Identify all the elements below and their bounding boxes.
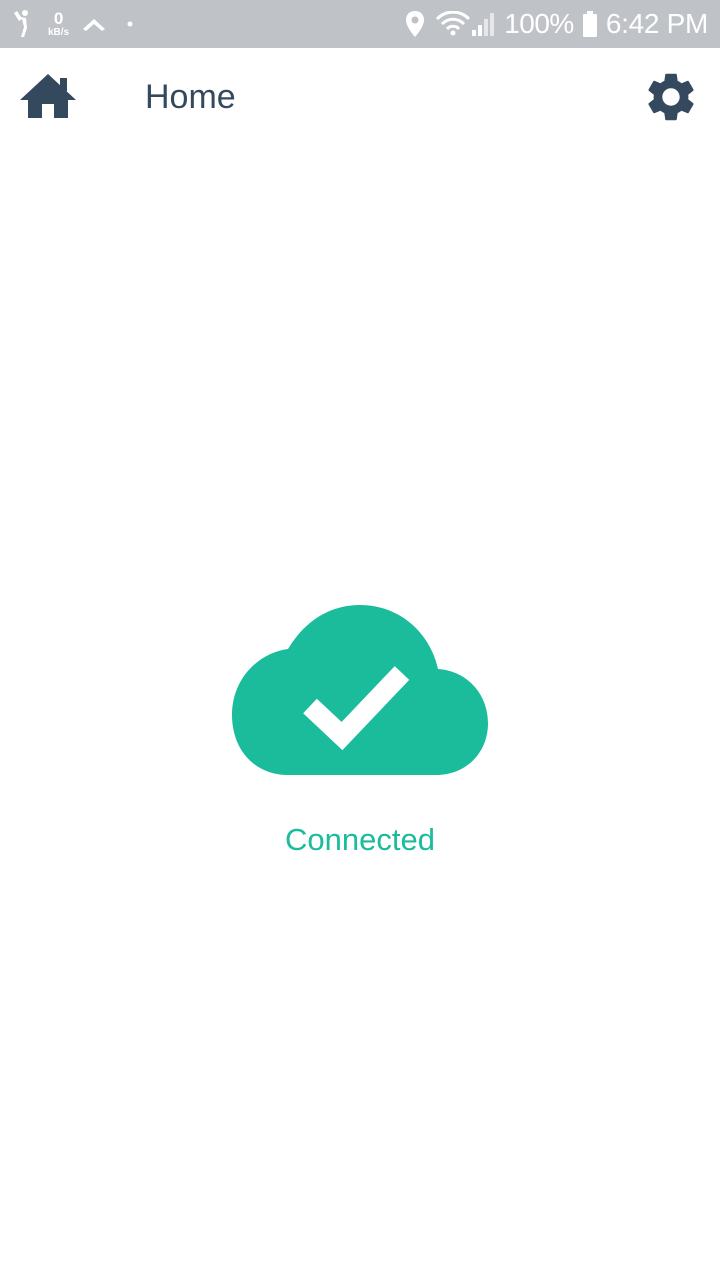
cellular-signal-icon xyxy=(470,11,496,37)
settings-button[interactable] xyxy=(642,68,700,126)
battery-percent: 100% xyxy=(504,8,574,39)
battery-icon xyxy=(582,10,598,38)
home-icon xyxy=(18,74,78,128)
location-icon xyxy=(404,10,426,38)
network-speed: 0 kB/s xyxy=(48,10,69,38)
home-button[interactable] xyxy=(18,70,78,124)
connection-status-label: Connected xyxy=(285,822,435,857)
cast-chevron-icon xyxy=(81,15,107,33)
app-bar: Home xyxy=(0,48,720,148)
network-speed-unit: kB/s xyxy=(48,27,70,38)
status-bar-left: 0 kB/s xyxy=(12,0,133,48)
cloud-check-icon xyxy=(230,603,490,778)
screen: 0 kB/s 100% 6:42 PM Home Connected xyxy=(0,0,720,1280)
status-time: 6:42 PM xyxy=(605,8,708,39)
status-bar-right: 100% 6:42 PM xyxy=(404,0,708,48)
notification-dot-icon xyxy=(127,21,133,27)
page-title: Home xyxy=(145,78,236,116)
status-bar: 0 kB/s 100% 6:42 PM xyxy=(0,0,720,48)
wifi-icon xyxy=(436,11,471,37)
gear-icon xyxy=(642,73,700,130)
person-activity-icon xyxy=(12,9,34,39)
network-speed-value: 0 xyxy=(53,9,64,28)
